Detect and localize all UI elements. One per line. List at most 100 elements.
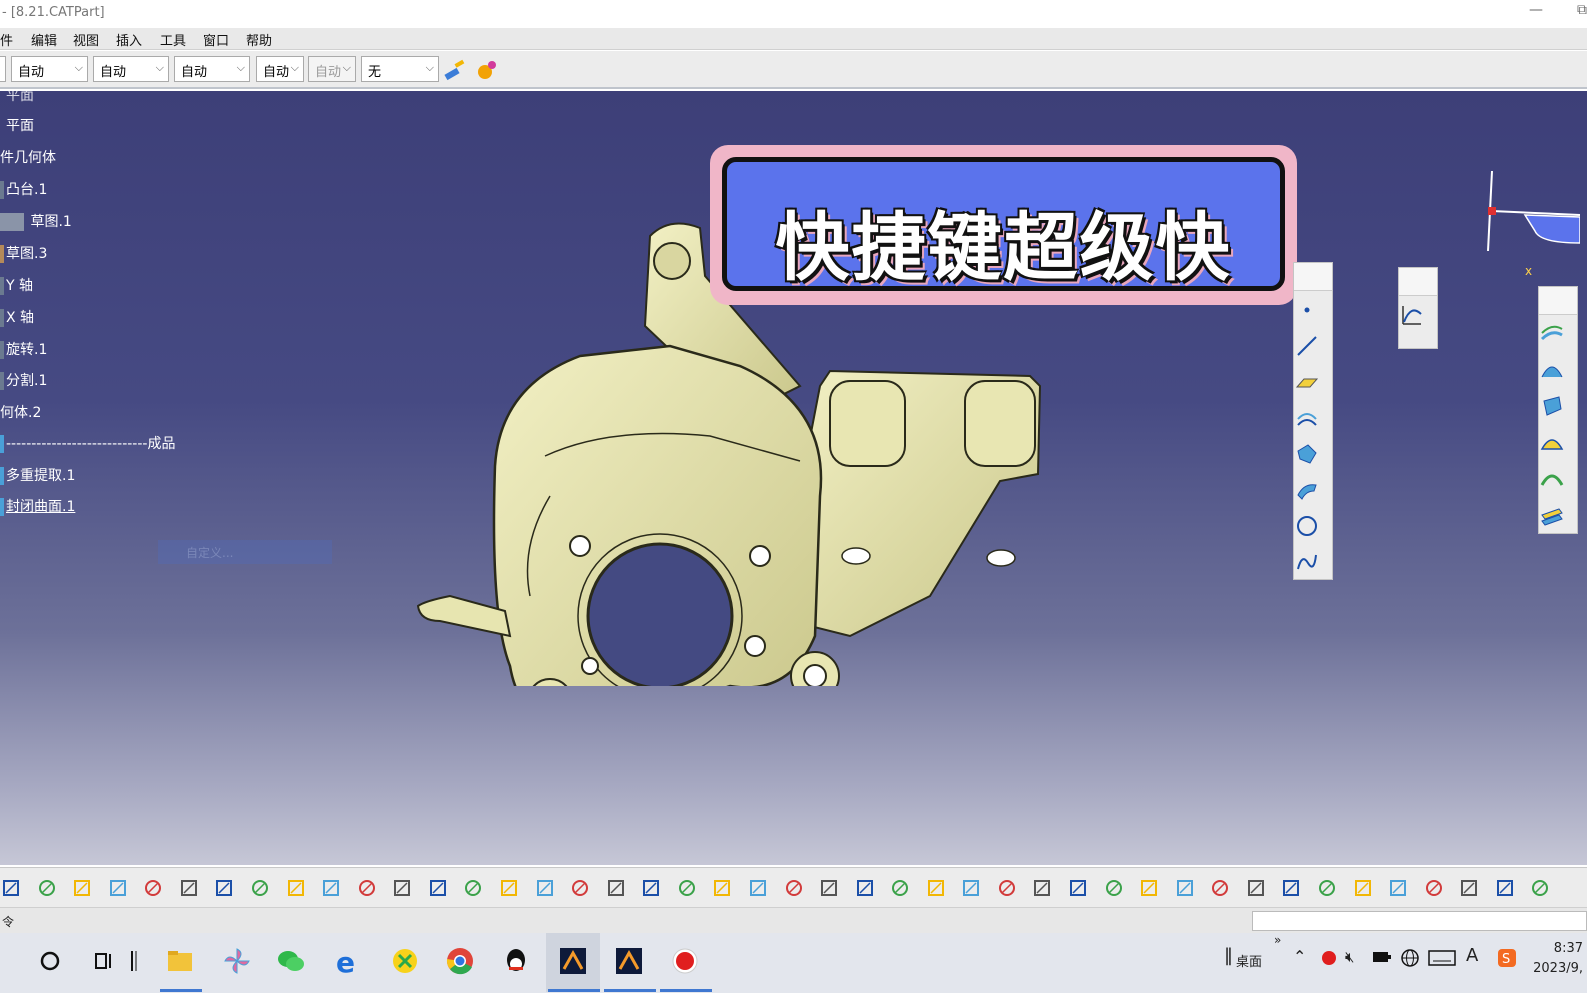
paint-brush-icon[interactable] xyxy=(443,59,467,81)
measure-inertia-icon[interactable] xyxy=(1067,877,1089,899)
solid-icon[interactable] xyxy=(1458,877,1480,899)
spline-icon[interactable] xyxy=(1294,549,1320,575)
shading-icon[interactable] xyxy=(854,877,876,899)
select-transparency[interactable]: 自动 ⌵ xyxy=(93,56,169,82)
sketch-icon[interactable] xyxy=(1174,877,1196,899)
chevron-icon[interactable]: » xyxy=(1274,933,1281,947)
surface-icon[interactable] xyxy=(1423,877,1445,899)
line-icon[interactable] xyxy=(1294,333,1320,359)
swap-visible-icon[interactable] xyxy=(925,877,947,899)
edge-icon[interactable]: e xyxy=(332,945,364,977)
wechat-icon[interactable] xyxy=(275,945,307,977)
design-table-icon[interactable] xyxy=(427,877,449,899)
record-icon[interactable] xyxy=(669,945,701,977)
comment-icon[interactable] xyxy=(320,877,342,899)
toolbar-grip[interactable] xyxy=(1399,268,1437,296)
paste-icon[interactable] xyxy=(142,877,164,899)
extrude-surface-icon[interactable] xyxy=(1294,405,1320,431)
print-icon[interactable] xyxy=(36,877,58,899)
normal-view-icon[interactable] xyxy=(747,877,769,899)
chrome-icon[interactable] xyxy=(444,945,476,977)
music-app-icon[interactable] xyxy=(389,945,421,977)
cut-icon[interactable] xyxy=(71,877,93,899)
lock-icon[interactable] xyxy=(462,877,484,899)
menu-tools[interactable]: 工具 xyxy=(160,30,186,49)
table-icon[interactable] xyxy=(391,877,413,899)
select-line-thickness[interactable]: 自动 ⌵ xyxy=(174,56,250,82)
select-color-stub[interactable] xyxy=(0,56,6,82)
minimize-button[interactable]: — xyxy=(1529,2,1543,18)
tree-item[interactable]: 件几何体 xyxy=(0,147,56,167)
toolbar-grip[interactable] xyxy=(1539,287,1577,315)
select-color[interactable]: 自动 ⌵ xyxy=(11,56,88,82)
plane-icon[interactable] xyxy=(1294,369,1320,395)
tree-item[interactable]: 凸台.1 xyxy=(0,179,47,199)
fill-surface-icon[interactable] xyxy=(1294,441,1320,467)
blend-surface-icon[interactable] xyxy=(1294,477,1320,503)
tree-item[interactable]: 封闭曲面.1 xyxy=(0,496,75,516)
keyboard-icon[interactable] xyxy=(1428,949,1456,967)
multi-section-icon[interactable] xyxy=(1539,393,1565,419)
pan-icon[interactable] xyxy=(605,877,627,899)
offset-surface-icon[interactable] xyxy=(1539,321,1565,347)
tree-item[interactable]: 分割.1 xyxy=(0,370,47,390)
multi-view-icon[interactable] xyxy=(783,877,805,899)
pinwheel-app-icon[interactable] xyxy=(221,945,253,977)
menu-insert[interactable]: 插入 xyxy=(116,30,142,49)
fit-all-icon[interactable] xyxy=(569,877,591,899)
catalog-icon[interactable] xyxy=(498,877,520,899)
exit-icon[interactable] xyxy=(1529,877,1551,899)
battery-icon[interactable] xyxy=(1372,949,1392,965)
select-layer[interactable]: 无 ⌵ xyxy=(361,56,439,82)
sketch-positioned-icon[interactable] xyxy=(1209,877,1231,899)
tree-item[interactable]: 多重提取.1 xyxy=(0,465,75,485)
fly-mode-icon[interactable] xyxy=(534,877,556,899)
record-tray-icon[interactable] xyxy=(1320,949,1338,967)
fill-icon[interactable] xyxy=(1539,429,1565,455)
magic-wand-icon[interactable] xyxy=(476,59,500,81)
file-explorer-icon[interactable] xyxy=(164,945,196,977)
desktop-toolbar-label[interactable]: 桌面 xyxy=(1236,951,1262,970)
tree-item[interactable]: X 轴 xyxy=(0,307,34,327)
frame-icon[interactable] xyxy=(1494,877,1516,899)
analysis-icon[interactable] xyxy=(1352,877,1374,899)
menu-window[interactable]: 窗口 xyxy=(203,30,229,49)
point-icon[interactable] xyxy=(1294,297,1320,323)
command-input[interactable] xyxy=(1252,911,1587,931)
select-line-type[interactable]: 自动 ⌵ xyxy=(256,56,304,82)
globe-icon[interactable] xyxy=(1400,948,1420,968)
qq-icon[interactable] xyxy=(500,945,532,977)
tree-item[interactable]: 草图.1 xyxy=(0,211,72,231)
wireframe-icon[interactable] xyxy=(1387,877,1409,899)
restore-button[interactable]: ⧉ xyxy=(1577,2,1587,18)
menu-file[interactable]: 件 xyxy=(0,30,13,49)
capture-icon[interactable] xyxy=(1103,877,1125,899)
whats-this-icon[interactable] xyxy=(249,877,271,899)
blend-icon[interactable] xyxy=(1539,465,1565,491)
tree-item[interactable]: 草图.3 xyxy=(0,243,47,263)
compass-icon[interactable]: x xyxy=(1480,171,1580,281)
tree-item[interactable]: Y 轴 xyxy=(0,275,33,295)
tree-item[interactable]: 平面 xyxy=(6,115,34,135)
formula-icon[interactable] xyxy=(285,877,307,899)
hide-show-icon[interactable] xyxy=(889,877,911,899)
rotate-icon[interactable] xyxy=(640,877,662,899)
tree-item[interactable]: 旋转.1 xyxy=(0,339,47,359)
sweep-surface-icon[interactable] xyxy=(1539,357,1565,383)
law-curve-icon[interactable] xyxy=(1399,302,1425,328)
tree-item[interactable]: 何体.2 xyxy=(0,402,41,422)
zoom-out-icon[interactable] xyxy=(711,877,733,899)
select-point-symbol[interactable]: 自动 ⌵ xyxy=(308,56,356,82)
snap-icon[interactable] xyxy=(1245,877,1267,899)
sogou-icon[interactable]: S xyxy=(1497,948,1517,968)
redo-icon[interactable] xyxy=(213,877,235,899)
menu-help[interactable]: 帮助 xyxy=(246,30,272,49)
measure-item-icon[interactable] xyxy=(1031,877,1053,899)
chevron-up-icon[interactable]: ⌃ xyxy=(1293,947,1306,966)
knowledge-icon[interactable] xyxy=(356,877,378,899)
mute-icon[interactable]: 🔇︎ xyxy=(1345,948,1354,966)
save-icon[interactable] xyxy=(0,877,22,899)
update-icon[interactable] xyxy=(960,877,982,899)
system-clock[interactable]: 8:37 2023/9, xyxy=(1533,939,1583,979)
axis-system-icon[interactable] xyxy=(1138,877,1160,899)
